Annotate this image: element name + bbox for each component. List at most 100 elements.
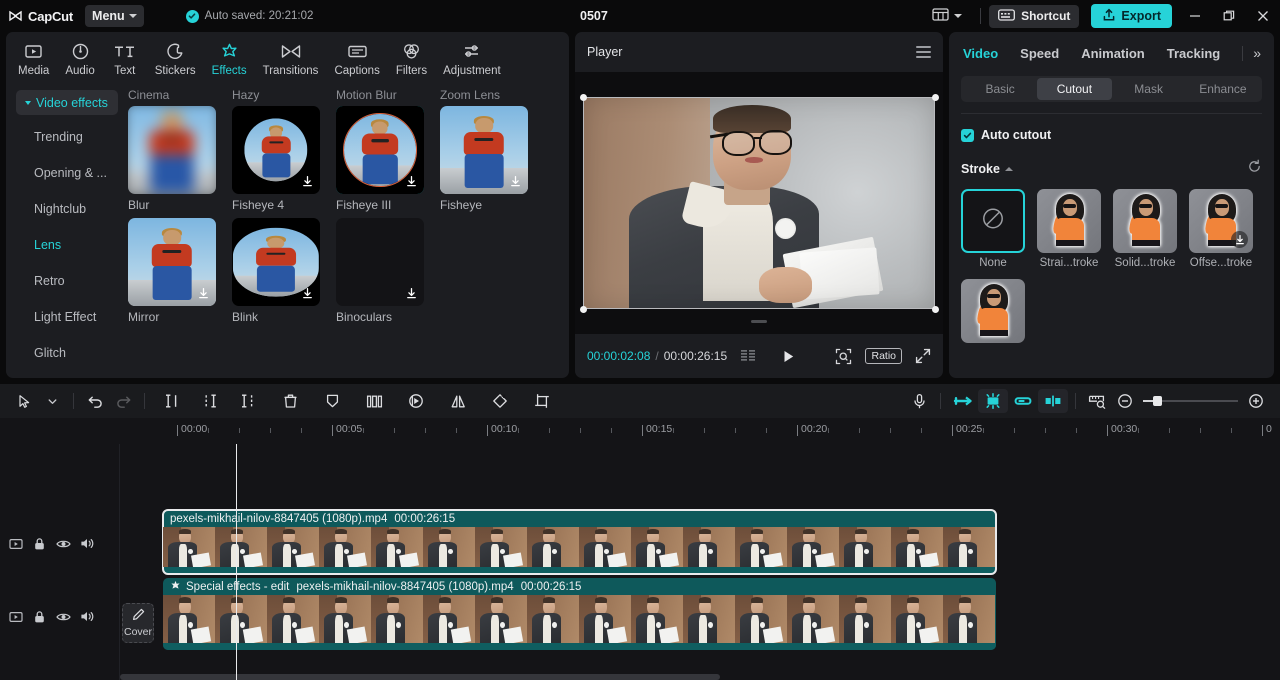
undo-icon[interactable] (81, 387, 109, 415)
auto-cutout-row[interactable]: Auto cutout (949, 128, 1274, 142)
crop-icon[interactable] (528, 387, 556, 415)
subtab-enhance[interactable]: Enhance (1186, 78, 1260, 100)
effect-item-fisheye[interactable]: Fisheye (440, 106, 544, 212)
link-icon[interactable] (1008, 389, 1038, 413)
effect-item-blur[interactable]: Blur (128, 106, 232, 212)
download-icon[interactable] (300, 286, 315, 301)
zoom-slider[interactable] (1143, 396, 1238, 406)
volume-icon[interactable] (80, 536, 95, 551)
mic-icon[interactable] (905, 387, 933, 415)
split-icon[interactable] (196, 387, 224, 415)
crop-frame-icon[interactable] (360, 387, 388, 415)
effect-item-binoculars[interactable]: Binoculars (336, 218, 440, 324)
magnify-frame-icon[interactable] (835, 348, 852, 365)
ratio-button[interactable]: Ratio (865, 348, 902, 364)
tab-adjustment[interactable]: Adjustment (435, 42, 509, 77)
tab-captions[interactable]: Captions (326, 42, 387, 77)
mirror-icon[interactable] (444, 387, 472, 415)
stroke-item-offset[interactable]: Offse...troke (1189, 189, 1253, 269)
sidebar-group-video-effects[interactable]: Video effects (16, 90, 118, 115)
auto-cutout-checkbox[interactable] (961, 128, 974, 142)
tab-speed[interactable]: Speed (1020, 46, 1072, 61)
download-icon[interactable] (404, 286, 419, 301)
lock-icon[interactable] (32, 536, 47, 551)
menu-button[interactable]: Menu (85, 5, 144, 27)
timeline-clip-2[interactable]: Special effects - edit pexels-mikhail-ni… (163, 578, 996, 650)
play-button[interactable] (781, 349, 796, 364)
stroke-item-none[interactable]: None (961, 189, 1025, 269)
tab-animation[interactable]: Animation (1081, 46, 1158, 61)
resize-handle-tl[interactable] (579, 93, 587, 101)
tab-filters[interactable]: Filters (388, 42, 435, 77)
sidebar-item-lens[interactable]: Lens (6, 227, 128, 263)
download-icon[interactable] (300, 174, 315, 189)
snap-left-icon[interactable] (948, 389, 978, 413)
sidebar-item-light-effect[interactable]: Light Effect (6, 299, 128, 335)
more-tabs-icon[interactable]: » (1253, 45, 1261, 61)
video-track-icon[interactable] (8, 536, 23, 551)
download-icon[interactable] (404, 174, 419, 189)
redo-icon[interactable] (109, 387, 137, 415)
timeline-clip-1[interactable]: pexels-mikhail-nilov-8847405 (1080p).mp4… (162, 509, 997, 575)
split-right-icon[interactable] (234, 387, 262, 415)
rotate-handle[interactable] (751, 320, 767, 323)
stroke-item-solid[interactable]: Solid...troke (1113, 189, 1177, 269)
freeze-icon[interactable] (318, 387, 346, 415)
close-button[interactable] (1246, 0, 1280, 32)
effect-item-fisheye-iii[interactable]: Fisheye III (336, 106, 440, 212)
resize-handle-tr[interactable] (931, 93, 939, 101)
player-menu-icon[interactable] (916, 46, 931, 58)
reset-icon[interactable] (1247, 159, 1262, 179)
resize-handle-br[interactable] (931, 305, 939, 313)
sidebar-item-nightclub[interactable]: Nightclub (6, 191, 128, 227)
effect-item-blink[interactable]: Blink (232, 218, 336, 324)
align-icon[interactable] (1038, 389, 1068, 413)
timeline-ruler[interactable]: 00:00 00:05 00:10 00:15 00:20 00:25 00:3… (0, 418, 1280, 444)
maximize-button[interactable] (1212, 0, 1246, 32)
resize-handle-bl[interactable] (579, 305, 587, 313)
layout-button[interactable] (922, 7, 972, 26)
tab-tracking[interactable]: Tracking (1167, 46, 1233, 61)
tab-effects[interactable]: Effects (204, 42, 255, 77)
rotate-icon[interactable] (486, 387, 514, 415)
tab-text[interactable]: Text (103, 42, 147, 77)
effect-item-mirror[interactable]: Mirror (128, 218, 232, 324)
tab-transitions[interactable]: Transitions (255, 42, 327, 77)
effect-item-fisheye-4[interactable]: Fisheye 4 (232, 106, 336, 212)
download-icon[interactable] (196, 286, 211, 301)
sidebar-item-opening[interactable]: Opening & ... (6, 155, 128, 191)
scrollbar-thumb[interactable] (120, 674, 720, 680)
lock-icon[interactable] (32, 609, 47, 624)
eye-icon[interactable] (56, 536, 71, 551)
zoom-out-icon[interactable] (1111, 387, 1139, 415)
reverse-icon[interactable] (402, 387, 430, 415)
subtab-mask[interactable]: Mask (1112, 78, 1186, 100)
auto-snap-icon[interactable] (978, 389, 1008, 413)
zoom-in-icon[interactable] (1242, 387, 1270, 415)
tab-video[interactable]: Video (963, 46, 1011, 61)
fullscreen-icon[interactable] (915, 348, 931, 364)
chevron-up-icon[interactable] (1004, 167, 1013, 171)
stroke-item-extra[interactable] (961, 279, 1025, 347)
timeline-zoom-icon[interactable] (1083, 387, 1111, 415)
video-track-icon[interactable] (8, 609, 23, 624)
split-left-icon[interactable] (158, 387, 186, 415)
shortcut-button[interactable]: Shortcut (989, 4, 1080, 28)
stroke-item-straight[interactable]: Strai...troke (1037, 189, 1101, 269)
eye-icon[interactable] (56, 609, 71, 624)
select-icon[interactable] (10, 387, 38, 415)
frames-icon[interactable] (741, 349, 763, 363)
playhead[interactable] (236, 444, 237, 680)
subtab-basic[interactable]: Basic (963, 78, 1037, 100)
tab-media[interactable]: Media (10, 42, 57, 77)
timeline-scrollbar[interactable] (120, 674, 1280, 680)
chevron-down-icon[interactable] (38, 387, 66, 415)
cover-button[interactable]: Cover (122, 603, 154, 643)
zoom-slider-handle[interactable] (1153, 396, 1162, 406)
subtab-cutout[interactable]: Cutout (1037, 78, 1112, 100)
sidebar-item-trending[interactable]: Trending (6, 119, 128, 155)
download-icon[interactable] (508, 174, 523, 189)
minimize-button[interactable] (1178, 0, 1212, 32)
delete-icon[interactable] (276, 387, 304, 415)
export-button[interactable]: Export (1091, 4, 1172, 28)
